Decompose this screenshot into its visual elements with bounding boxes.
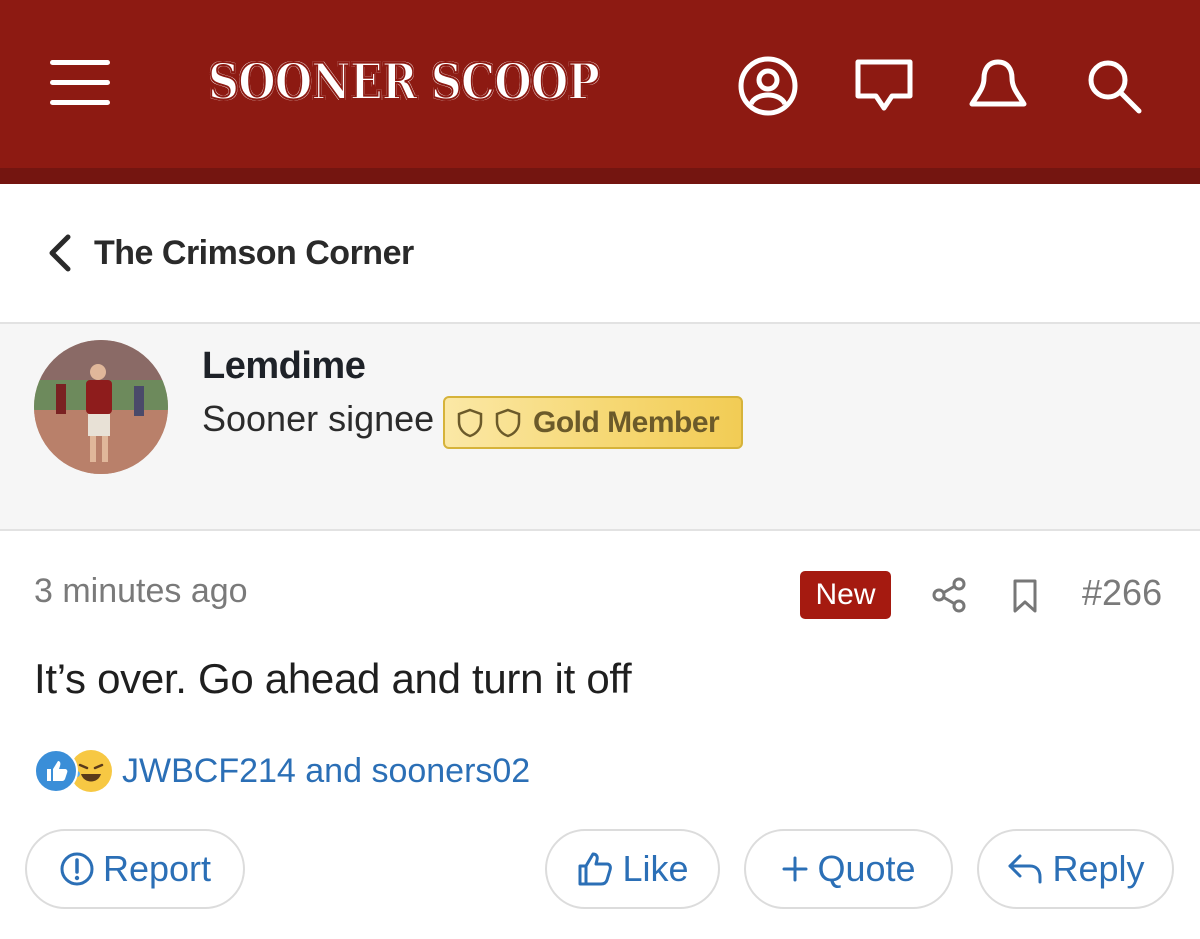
reply-arrow-icon bbox=[1008, 854, 1042, 884]
like-button[interactable]: Like bbox=[545, 829, 720, 909]
alerts-icon[interactable] bbox=[968, 56, 1028, 116]
username[interactable]: Lemdime bbox=[202, 345, 366, 388]
share-icon[interactable] bbox=[930, 576, 968, 614]
shield-icon bbox=[457, 408, 483, 437]
new-badge: New bbox=[800, 571, 891, 619]
report-button[interactable]: Report bbox=[25, 829, 245, 909]
plus-icon bbox=[782, 856, 808, 882]
quote-button[interactable]: Quote bbox=[744, 829, 953, 909]
search-icon[interactable] bbox=[1084, 56, 1144, 116]
thumbs-up-icon bbox=[578, 852, 613, 886]
reply-label: Reply bbox=[1052, 848, 1145, 889]
member-badge-label: Gold Member bbox=[533, 405, 720, 439]
shield-icon bbox=[495, 408, 521, 437]
like-label: Like bbox=[622, 848, 689, 889]
reactions-summary[interactable]: JWBCF214 and sooners02 bbox=[34, 746, 530, 796]
messages-icon[interactable] bbox=[854, 56, 914, 116]
post-timestamp[interactable]: 3 minutes ago bbox=[34, 572, 248, 611]
breadcrumb-label: The Crimson Corner bbox=[94, 233, 414, 272]
avatar[interactable] bbox=[34, 340, 168, 474]
site-logo[interactable]: SOONER SCOOP bbox=[207, 51, 601, 112]
bookmark-icon[interactable] bbox=[1010, 578, 1040, 614]
like-reaction-icon bbox=[34, 749, 78, 793]
alert-circle-icon bbox=[60, 852, 94, 886]
quote-label: Quote bbox=[817, 848, 916, 889]
report-label: Report bbox=[102, 848, 212, 889]
post-number[interactable]: #266 bbox=[1082, 572, 1162, 614]
post-body: It’s over. Go ahead and turn it off bbox=[34, 655, 632, 702]
member-badge: Gold Member bbox=[443, 396, 743, 449]
header-divider bbox=[0, 168, 1200, 184]
chevron-left-icon bbox=[49, 234, 71, 272]
user-title: Sooner signee bbox=[202, 398, 435, 439]
reaction-users: JWBCF214 and sooners02 bbox=[122, 751, 531, 790]
breadcrumb[interactable]: The Crimson Corner bbox=[44, 225, 414, 281]
menu-icon[interactable] bbox=[50, 60, 110, 106]
account-icon[interactable] bbox=[738, 56, 798, 116]
reply-button[interactable]: Reply bbox=[977, 829, 1174, 909]
